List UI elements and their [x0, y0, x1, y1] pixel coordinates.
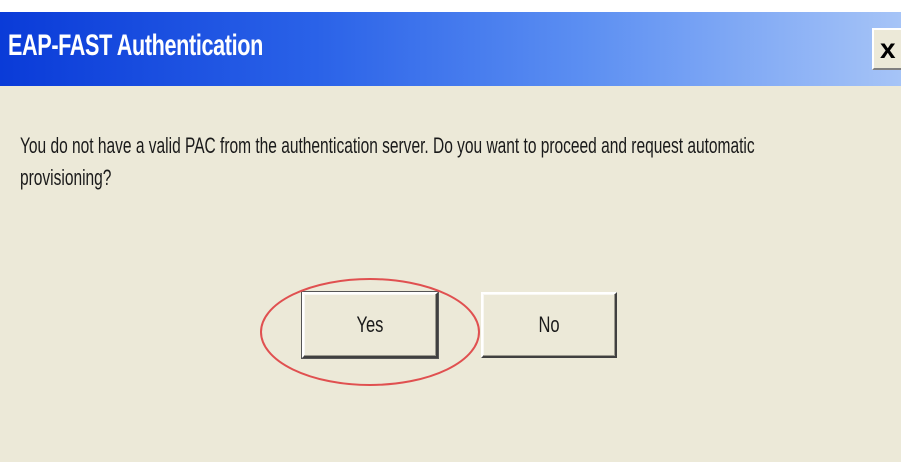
dialog-titlebar: EAP-FAST Authentication x: [0, 12, 901, 86]
yes-button-label: Yes: [356, 312, 384, 337]
no-button[interactable]: No: [481, 292, 617, 358]
dialog-title: EAP-FAST Authentication: [8, 29, 263, 62]
no-button-label: No: [538, 312, 560, 337]
eap-fast-dialog: EAP-FAST Authentication x You do not hav…: [0, 12, 901, 462]
dialog-message: You do not have a valid PAC from the aut…: [20, 133, 755, 190]
yes-button[interactable]: Yes: [301, 291, 439, 359]
close-button[interactable]: x: [872, 28, 901, 70]
close-icon: x: [880, 33, 896, 64]
